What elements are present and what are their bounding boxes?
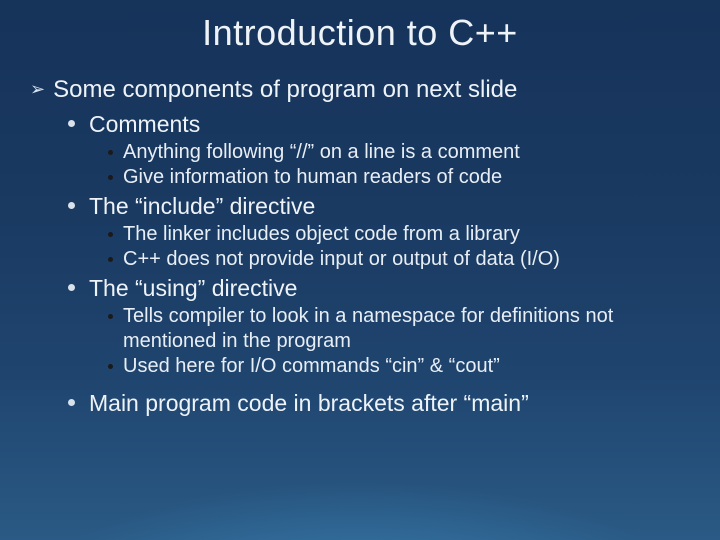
dot-icon — [108, 314, 113, 319]
bullet-level2-text: The “include” directive — [89, 192, 315, 220]
bullet-level3-text: Anything following “//” on a line is a c… — [123, 140, 520, 165]
slide: Introduction to C++ ➢ Some components of… — [0, 0, 720, 540]
bullet-level1: ➢ Some components of program on next sli… — [30, 76, 690, 104]
bullet-level3-text: Tells compiler to look in a namespace fo… — [123, 304, 690, 354]
bullet-level2: The “include” directive — [68, 192, 690, 220]
dot-icon — [108, 364, 113, 369]
bullet-level3: Used here for I/O commands “cin” & “cout… — [108, 354, 690, 379]
bullet-level3: Give information to human readers of cod… — [108, 165, 690, 190]
bullet-level3-text: The linker includes object code from a l… — [123, 222, 520, 247]
slide-title: Introduction to C++ — [30, 12, 690, 54]
bullet-level2: Main program code in brackets after “mai… — [68, 389, 690, 417]
disc-icon — [68, 202, 75, 209]
arrow-icon: ➢ — [30, 76, 45, 102]
dot-icon — [108, 150, 113, 155]
bullet-level3-text: C++ does not provide input or output of … — [123, 247, 560, 272]
bullet-level3-text: Used here for I/O commands “cin” & “cout… — [123, 354, 500, 379]
disc-icon — [68, 399, 75, 406]
dot-icon — [108, 232, 113, 237]
bullet-level3: The linker includes object code from a l… — [108, 222, 690, 247]
disc-icon — [68, 120, 75, 127]
bullet-level2-text: Main program code in brackets after “mai… — [89, 389, 529, 417]
bullet-level3: Tells compiler to look in a namespace fo… — [108, 304, 690, 354]
bullet-level2-text: Comments — [89, 110, 200, 138]
bullet-level2-text: The “using” directive — [89, 274, 297, 302]
bullet-level1-text: Some components of program on next slide — [53, 76, 517, 104]
bullet-level3: C++ does not provide input or output of … — [108, 247, 690, 272]
bullet-level3: Anything following “//” on a line is a c… — [108, 140, 690, 165]
bullet-level2: The “using” directive — [68, 274, 690, 302]
dot-icon — [108, 175, 113, 180]
bullet-level3-text: Give information to human readers of cod… — [123, 165, 502, 190]
dot-icon — [108, 257, 113, 262]
disc-icon — [68, 284, 75, 291]
bullet-level2: Comments — [68, 110, 690, 138]
